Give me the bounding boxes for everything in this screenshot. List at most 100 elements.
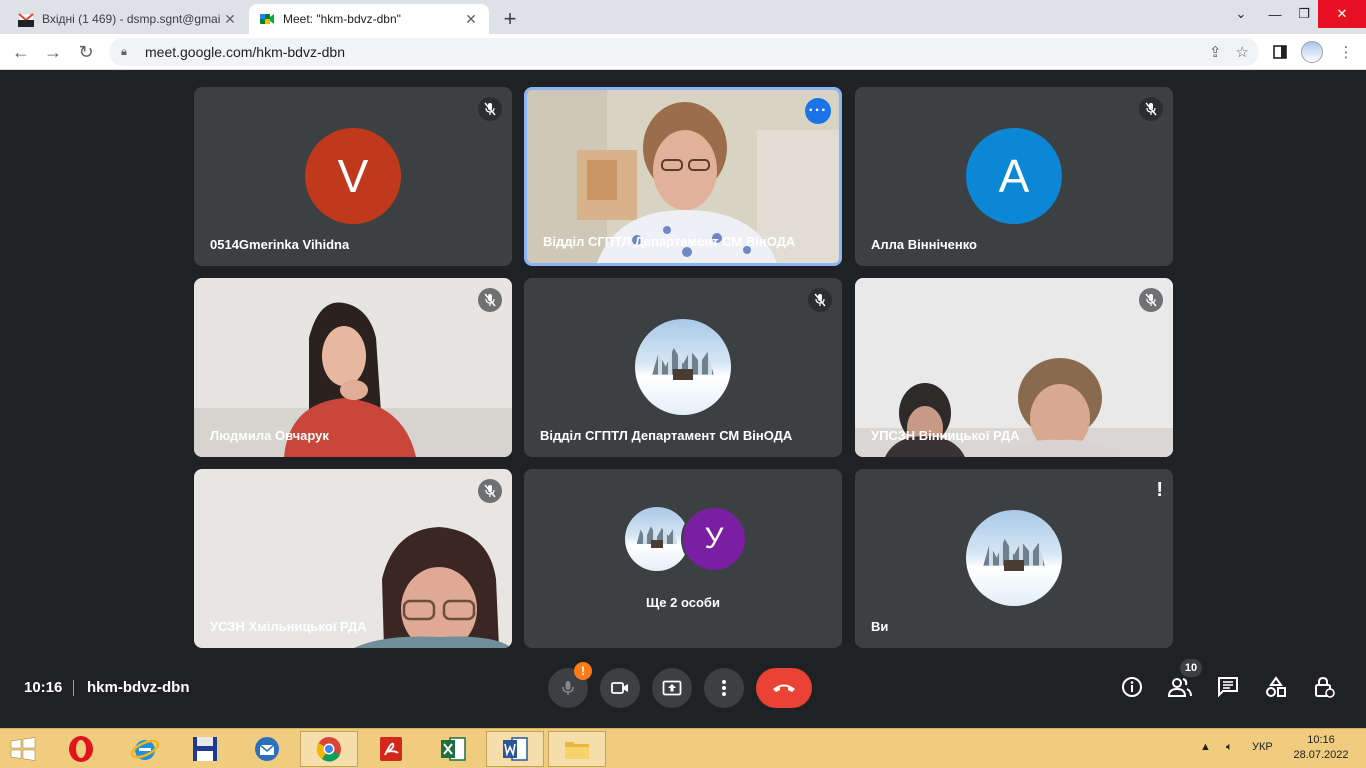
meet-stage: V 0514Gmerinka Vihidna ··· Відділ СГПТЛ … <box>0 71 1366 728</box>
participant-tile[interactable]: УПСЗН Вінницької РДА <box>855 278 1173 457</box>
host-controls-button[interactable] <box>1310 673 1338 701</box>
excel-icon <box>441 737 466 761</box>
avatar: У <box>681 506 747 572</box>
participant-tile-self[interactable]: ! Ви <box>855 469 1173 648</box>
activities-icon <box>1266 676 1286 697</box>
keyboard-language[interactable]: УКР <box>1252 741 1273 753</box>
new-tab-button[interactable]: + <box>499 6 521 32</box>
participant-tile[interactable]: УСЗН Хмільницької РДА <box>194 469 512 648</box>
address-bar[interactable]: 🔒︎ meet.google.com/hkm-bdvz-dbn ⇪ ☆ <box>109 38 1259 66</box>
close-tab-icon[interactable]: ✕ <box>463 11 479 28</box>
minimize-icon[interactable]: — <box>1260 0 1290 28</box>
mic-off-icon <box>1139 97 1163 121</box>
tab-gmail[interactable]: Вхідні (1 469) - dsmp.sgnt@gmai ✕ <box>8 4 248 34</box>
camera-icon <box>611 682 628 694</box>
taskbar-file-explorer[interactable] <box>548 731 606 767</box>
forward-icon[interactable]: → <box>42 41 64 63</box>
mail-client-icon <box>255 737 279 761</box>
side-panel-icon[interactable] <box>1270 41 1290 63</box>
participant-tile[interactable]: A Алла Вінніченко <box>855 87 1173 266</box>
chat-button[interactable] <box>1214 673 1242 701</box>
camera-button[interactable] <box>600 668 640 708</box>
participant-tile[interactable]: Відділ СГПТЛ Департамент СМ ВінОДА <box>524 278 842 457</box>
divider <box>73 680 74 696</box>
participant-name: Відділ СГПТЛ Департамент СМ ВінОДА <box>543 234 796 249</box>
hang-up-icon <box>773 684 795 692</box>
volume-icon[interactable]: 🔈︎ <box>1226 741 1233 754</box>
tray-date: 28.07.2022 <box>1293 749 1349 761</box>
pdf-reader-icon <box>380 737 402 761</box>
taskbar-thunderbird[interactable] <box>238 731 296 767</box>
browser-toolbar: ← → ↻ 🔒︎ meet.google.com/hkm-bdvz-dbn ⇪ … <box>0 34 1366 70</box>
activities-button[interactable] <box>1262 673 1290 701</box>
tray-time: 10:16 <box>1307 734 1335 746</box>
participant-name: УПСЗН Вінницької РДА <box>871 428 1020 443</box>
more-options-icon[interactable]: ··· <box>805 98 831 124</box>
taskbar-opera[interactable] <box>52 731 110 767</box>
taskbar-save-app[interactable] <box>176 731 234 767</box>
chrome-menu-icon[interactable]: ⋮ <box>1336 41 1356 63</box>
browser-tab-bar: Вхідні (1 469) - dsmp.sgnt@gmai ✕ Meet: … <box>0 0 1366 34</box>
avatar: V <box>305 128 401 224</box>
opera-icon <box>69 736 93 762</box>
reload-icon[interactable]: ↻ <box>75 41 97 63</box>
mic-off-icon <box>478 97 502 121</box>
participant-name: Ви <box>871 619 889 634</box>
present-screen-icon <box>662 680 682 696</box>
internet-explorer-icon <box>130 739 160 760</box>
gmail-icon <box>18 13 34 27</box>
leave-call-button[interactable] <box>756 668 812 708</box>
participant-tile-group[interactable]: У Ще 2 особи <box>524 469 842 648</box>
meeting-details-button[interactable] <box>1118 673 1146 701</box>
info-icon <box>1122 677 1142 697</box>
warning-icon: ! <box>1156 479 1163 501</box>
more-options-button[interactable] <box>704 668 744 708</box>
avatar: A <box>966 128 1062 224</box>
host-controls-lock-icon <box>1315 676 1335 698</box>
tab-search-icon[interactable]: ⌄ <box>1228 0 1254 28</box>
taskbar-word[interactable] <box>486 731 544 767</box>
profile-avatar[interactable] <box>1300 41 1324 63</box>
tab-title: Meet: "hkm-bdvz-dbn" <box>283 12 401 26</box>
meet-icon <box>260 14 274 24</box>
taskbar-chrome[interactable] <box>300 731 358 767</box>
tab-title: Вхідні (1 469) - dsmp.sgnt@gmai <box>42 12 221 26</box>
word-icon <box>503 737 528 761</box>
participant-name: Людмила Овчарук <box>210 428 329 443</box>
close-window-icon[interactable]: ✕ <box>1318 0 1366 28</box>
mic-off-icon <box>1139 288 1163 312</box>
taskbar-internet-explorer[interactable] <box>116 731 174 767</box>
taskbar-acrobat[interactable] <box>362 731 420 767</box>
microphone-button[interactable]: ! <box>548 662 592 708</box>
participant-tile[interactable]: V 0514Gmerinka Vihidna <box>194 87 512 266</box>
present-screen-button[interactable] <box>652 668 692 708</box>
chrome-icon <box>316 737 341 762</box>
avatar <box>966 510 1062 606</box>
mic-warning-badge: ! <box>574 662 592 680</box>
tab-meet[interactable]: Meet: "hkm-bdvz-dbn" ✕ <box>249 4 489 34</box>
url-text: meet.google.com/hkm-bdvz-dbn <box>145 44 345 60</box>
share-icon[interactable]: ⇪ <box>1209 43 1222 61</box>
windows-taskbar: ▲ 🔈︎ УКР 10:16 28.07.2022 <box>0 728 1366 768</box>
tray-clock[interactable]: 10:16 28.07.2022 <box>1286 733 1356 763</box>
folder-icon <box>565 742 589 759</box>
more-vert-icon <box>722 680 726 696</box>
meeting-controls-bar: 10:16 hkm-bdvz-dbn ! 10 <box>0 659 1366 727</box>
tray-expand-icon[interactable]: ▲ <box>1200 741 1211 753</box>
bookmark-star-icon[interactable]: ☆ <box>1236 43 1249 61</box>
participant-tile-active-speaker[interactable]: ··· Відділ СГПТЛ Департамент СМ ВінОДА <box>524 87 842 266</box>
mic-off-icon <box>478 479 502 503</box>
chat-icon <box>1218 677 1238 698</box>
meeting-clock: 10:16 <box>24 679 63 696</box>
taskbar-excel[interactable] <box>424 731 482 767</box>
avatar <box>625 507 689 571</box>
participant-tile[interactable]: Людмила Овчарук <box>194 278 512 457</box>
close-tab-icon[interactable]: ✕ <box>222 11 238 28</box>
windows-start-icon[interactable] <box>10 737 36 761</box>
participant-name: Відділ СГПТЛ Департамент СМ ВінОДА <box>540 428 793 443</box>
back-icon[interactable]: ← <box>10 41 32 63</box>
mic-off-icon <box>478 288 502 312</box>
participant-name: Ще 2 особи <box>646 595 720 610</box>
people-button[interactable] <box>1166 673 1194 701</box>
restore-icon[interactable]: ❐ <box>1290 0 1318 28</box>
